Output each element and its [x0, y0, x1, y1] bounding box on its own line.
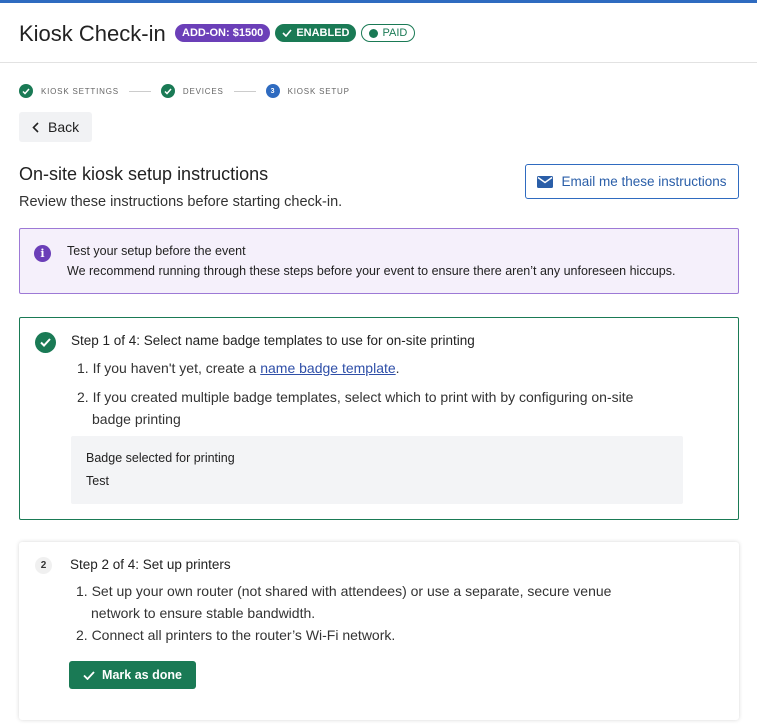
step-2-item-2: 2. Connect all printers to the router’s …: [76, 627, 396, 643]
setup-stepper: KIOSK SETTINGS DEVICES 3 KIOSK SETUP: [19, 84, 350, 98]
step-connector: [128, 90, 151, 92]
step-devices[interactable]: DEVICES: [160, 84, 224, 98]
email-instructions-button[interactable]: Email me these instructions: [525, 164, 739, 199]
step-1-item-2-line-2: badge printing: [92, 411, 181, 427]
envelope-icon: [537, 175, 554, 188]
mark-as-done-button[interactable]: Mark as done: [69, 661, 196, 689]
step-2-title: Step 2 of 4: Set up printers: [70, 557, 231, 572]
step-1-title: Step 1 of 4: Select name badge templates…: [71, 333, 475, 348]
back-button-label: Back: [48, 119, 80, 135]
step-1-item-1-text: 1. If you haven't yet, create a: [77, 360, 261, 376]
enabled-badge-label: ENABLED: [296, 27, 350, 39]
info-body: We recommend running through these steps…: [67, 264, 676, 278]
section-subheading: Review these instructions before startin…: [19, 194, 343, 210]
step-label: KIOSK SETTINGS: [41, 86, 119, 96]
status-badges: ADD-ON: $1500 ENABLED PAID: [175, 24, 416, 42]
name-badge-template-link[interactable]: name badge template: [260, 360, 395, 376]
mark-as-done-label: Mark as done: [102, 668, 182, 682]
step-number-badge: 2: [35, 557, 52, 574]
badge-selection-box: Badge selected for printing Test: [71, 436, 683, 504]
page-title: Kiosk Check-in: [19, 21, 166, 46]
step-complete-icon: [160, 84, 175, 98]
paid-badge-label: PAID: [382, 27, 408, 39]
step-complete-check-icon: [35, 332, 56, 353]
chevron-left-icon: [32, 121, 39, 133]
step-label: DEVICES: [182, 86, 224, 96]
step-label: KIOSK SETUP: [287, 86, 350, 96]
step-1-item-2-line-1: 2. If you created multiple badge templat…: [77, 389, 634, 405]
addon-badge: ADD-ON: $1500: [175, 24, 271, 42]
paid-dot-icon: [369, 28, 379, 38]
back-button[interactable]: Back: [19, 112, 92, 142]
check-icon: [83, 670, 95, 680]
step-1-item-1-suffix: .: [395, 360, 400, 376]
step-connector: [233, 90, 256, 92]
step-1-card: Step 1 of 4: Select name badge templates…: [19, 317, 739, 520]
section-heading: On-site kiosk setup instructions: [19, 164, 269, 184]
step-complete-icon: [19, 84, 33, 98]
step-2-item-1-line-2: network to ensure stable bandwidth.: [91, 605, 316, 621]
step-1-item-1: 1. If you haven't yet, create a name bad…: [77, 357, 400, 379]
paid-badge: PAID: [361, 24, 416, 42]
page-header: Kiosk Check-in ADD-ON: $1500 ENABLED PAI…: [0, 3, 757, 63]
info-icon: i: [34, 245, 51, 262]
step-2-item-1-line-1: 1. Set up your own router (not shared wi…: [76, 583, 612, 599]
badge-selected-label: Badge selected for printing: [86, 451, 235, 465]
check-icon: [282, 29, 292, 37]
step-number-icon: 3: [265, 84, 280, 98]
info-title: Test your setup before the event: [67, 244, 246, 258]
email-instructions-label: Email me these instructions: [561, 174, 727, 189]
enabled-badge: ENABLED: [275, 24, 357, 42]
step-kiosk-settings[interactable]: KIOSK SETTINGS: [19, 84, 119, 98]
badge-selected-value: Test: [86, 474, 109, 488]
info-callout: i Test your setup before the event We re…: [19, 228, 739, 294]
step-kiosk-setup[interactable]: 3 KIOSK SETUP: [265, 84, 350, 98]
step-2-card: 2 Step 2 of 4: Set up printers 1. Set up…: [19, 542, 739, 720]
